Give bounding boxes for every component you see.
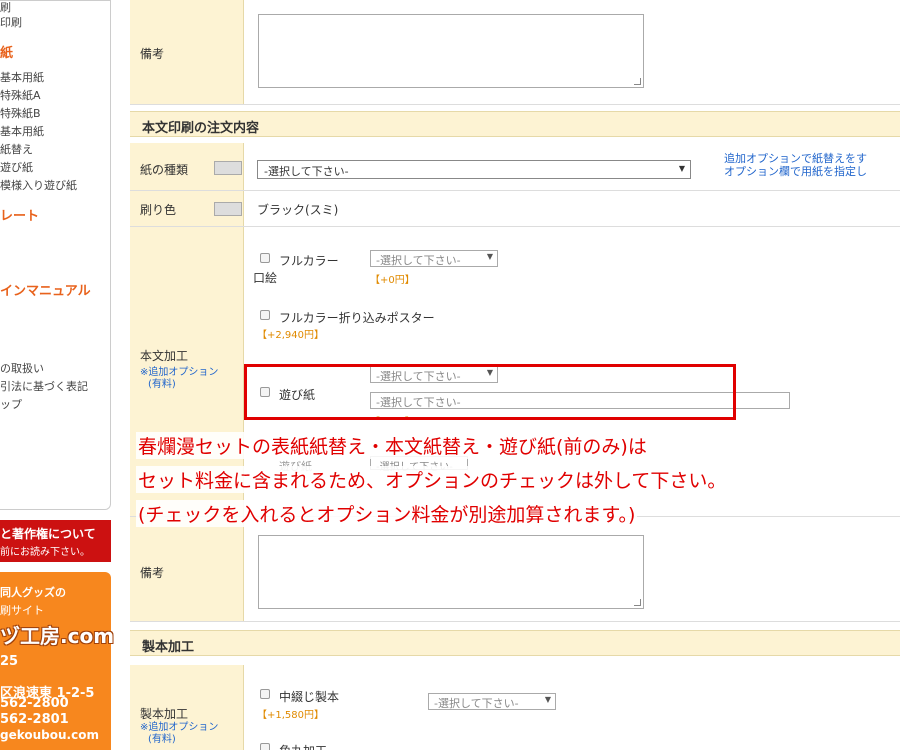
remarks-label: 備考: [140, 566, 165, 580]
remarks-row-top: 備考: [130, 0, 900, 105]
fullcolor-kuchie-label: 口絵: [253, 271, 278, 285]
section-title-binding: 製本加工: [130, 630, 900, 656]
paper-type-info-text: オプション欄で用紙を指定し: [724, 165, 867, 178]
sidebar-link[interactable]: 特殊紙A: [0, 87, 41, 103]
paid-option-note: (有料): [148, 734, 176, 745]
label-cell: 紙の種類: [130, 143, 244, 190]
fullcolor-poster-label: フルカラー折り込みポスター: [279, 311, 435, 325]
ad-text: 562-2800: [0, 696, 69, 711]
saddle-stitch-checkbox[interactable]: [260, 689, 270, 699]
paid-option-note: ※追加オプション: [140, 722, 219, 733]
sidebar-link[interactable]: の取扱い: [0, 360, 44, 376]
select-value: -選択して下さい-: [434, 697, 519, 710]
section-title-body-printing: 本文印刷の注文内容: [130, 111, 900, 137]
dropdown-arrow-icon: ▼: [544, 695, 551, 704]
sidebar-link[interactable]: ップ: [0, 396, 22, 412]
annotation-text: 春爛漫セットの表紙紙替え・本文紙替え・遊び紙(前のみ)は: [136, 432, 649, 459]
annotation-highlight-box: [244, 364, 736, 420]
fullcolor-kuchie-select[interactable]: -選択して下さい- ▼: [370, 250, 498, 267]
print-color-row: 刷り色 ブラック(スミ): [130, 191, 900, 227]
remarks-row-bottom: 備考: [130, 517, 900, 622]
corner-round-label: 角丸加工: [279, 742, 327, 750]
print-color-label: 刷り色: [140, 203, 177, 217]
dropdown-arrow-icon: ▼: [486, 252, 493, 261]
paper-type-select[interactable]: -選択して下さい- ▼: [257, 160, 691, 179]
copyright-banner-subtitle: 前にお読み下さい。: [0, 547, 90, 558]
sidebar-link[interactable]: 印刷: [0, 14, 22, 30]
ad-text: gekoubou.com: [0, 728, 99, 742]
fullcolor-kuchie-checkbox[interactable]: [260, 253, 270, 263]
binding-label: 製本加工: [140, 707, 189, 721]
select-value: -選択して下さい-: [376, 254, 461, 267]
binding-row: 製本加工 ※追加オプション (有料) 中綴じ製本 【+1,580円】 -選択して…: [130, 665, 900, 750]
fullcolor-kuchie-price: 【+0円】: [370, 275, 415, 286]
sidebar-heading-paper: 紙: [0, 46, 14, 61]
sidebar-link[interactable]: 遊び紙: [0, 159, 33, 175]
fullcolor-poster-checkbox[interactable]: [260, 310, 270, 320]
sidebar-heading-rate[interactable]: レート: [0, 205, 39, 224]
ad-text: 刷サイト: [0, 604, 44, 617]
label-cell: 備考: [130, 517, 244, 621]
remarks-textarea-bottom[interactable]: [258, 535, 644, 609]
paid-option-note: ※追加オプション: [140, 367, 219, 378]
sidebar-link[interactable]: 模様入り遊び紙: [0, 177, 77, 193]
sidebar-link[interactable]: 特殊紙B: [0, 105, 41, 121]
sidebar-link[interactable]: 基本用紙: [0, 69, 44, 85]
label-cell: 備考: [130, 0, 244, 104]
sidebar: 刷 印刷 紙 基本用紙 特殊紙A 特殊紙B 基本用紙 紙替え 遊び紙 模様入り遊…: [0, 0, 120, 750]
ad-text: 同人グッズの: [0, 586, 66, 599]
label-cell: 製本加工 ※追加オプション (有料): [130, 665, 244, 750]
body-processing-label: 本文加工: [140, 349, 189, 363]
sidebar-panel: 刷 印刷 紙 基本用紙 特殊紙A 特殊紙B 基本用紙 紙替え 遊び紙 模様入り遊…: [0, 0, 111, 510]
fullcolor-poster-price: 【+2,940円】: [257, 330, 325, 341]
paper-type-info-text: 追加オプションで紙替えをす: [724, 152, 867, 165]
copyright-banner[interactable]: と著作権について 前にお読み下さい。: [0, 520, 111, 562]
ad-text: 562-2801: [0, 712, 69, 727]
annotation-text: セット料金に含まれるため、オプションのチェックは外して下さい。: [136, 466, 729, 493]
paper-type-row: 紙の種類 -選択して下さい- ▼ 追加オプションで紙替えをす オプション欄で用紙…: [130, 143, 900, 191]
print-color-help-button[interactable]: [214, 202, 242, 216]
sidebar-link[interactable]: 紙替え: [0, 141, 33, 157]
saddle-stitch-select[interactable]: -選択して下さい- ▼: [428, 693, 556, 710]
paid-option-note: (有料): [148, 379, 176, 390]
corner-round-checkbox[interactable]: [260, 743, 270, 750]
remarks-label: 備考: [140, 47, 165, 61]
saddle-stitch-label: 中綴じ製本: [279, 690, 340, 704]
sidebar-link[interactable]: 引法に基づく表記: [0, 378, 88, 394]
paper-type-label: 紙の種類: [140, 163, 189, 177]
fullcolor-kuchie-label: フルカラー: [279, 254, 339, 268]
annotation-text: (チェックを入れるとオプション料金が別途加算されます。): [136, 500, 638, 527]
ad-logo: ヅ工房.com: [0, 624, 115, 648]
ad-text: 25: [0, 654, 19, 669]
sidebar-heading-manual[interactable]: インマニュアル: [0, 280, 91, 299]
sidebar-link[interactable]: 基本用紙: [0, 123, 44, 139]
print-color-value: ブラック(スミ): [257, 203, 339, 217]
paper-type-help-button[interactable]: [214, 161, 242, 175]
label-cell: 刷り色: [130, 191, 244, 226]
dropdown-arrow-icon: ▼: [678, 164, 685, 173]
ad-banner[interactable]: 同人グッズの 刷サイト ヅ工房.com 25 区浪速東 1-2-5 562-28…: [0, 572, 115, 750]
saddle-stitch-price: 【+1,580円】: [257, 710, 325, 721]
remarks-textarea-top[interactable]: [258, 14, 644, 88]
paper-type-select-value: -選択して下さい-: [264, 165, 349, 178]
copyright-banner-title: と著作権について: [0, 527, 96, 541]
sidebar-link[interactable]: 刷: [0, 0, 11, 15]
